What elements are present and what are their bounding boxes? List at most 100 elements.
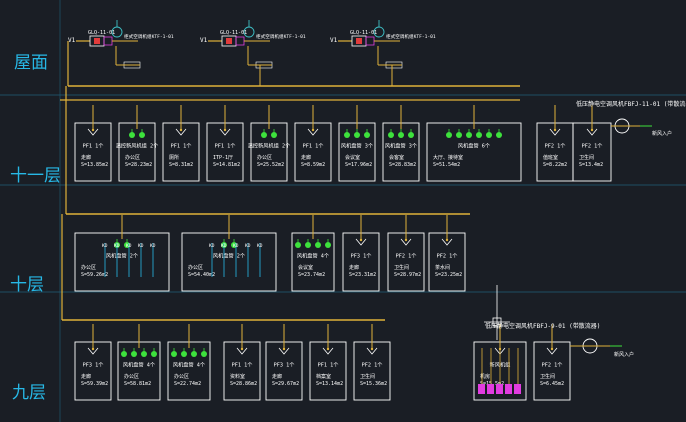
room-label: 温控新风机组 2个 [248,141,291,149]
room-10f: 风机盘管 4个会议室S=23.74m2 [291,215,335,292]
room-box [74,341,112,401]
room-area: S=8.22m2 [543,162,567,168]
roof-unit-name: GLQ-11-01 [88,30,115,36]
unit-filter [356,38,362,44]
diffuser-neck [550,347,554,351]
room-name: 会议室 [298,264,313,271]
fan-coil-icon [466,132,472,138]
unit-damper [103,36,113,46]
room-name: ITP-1厅 [213,155,233,161]
room-name: 值班室 [543,154,558,161]
room-9f: PF2 1个卫生间S=6.45m2 [533,324,571,401]
fan-coil-icon [131,351,137,357]
room-box [223,341,261,401]
room-label: PF1 1个 [232,361,254,368]
room-11f: 温控新风机组 2个办公区S=25.52m2 [248,105,291,182]
room-area: S=23.25m2 [435,272,462,278]
room-box [74,122,112,182]
roof-unit-name: GLQ-11-01 [220,30,247,36]
room-9f: PF3 1个走廊S=29.67m2 [265,324,303,401]
room-box [265,341,303,401]
room-area: S=14.81m2 [213,162,240,168]
fan-coil-icon [295,242,301,248]
unit-filter [226,38,232,44]
room-11f: PF1 1个 ITP-1厅S=14.81m2 [206,105,244,182]
roof-unit: V1 GLQ-11-01 柜式空调机组KTF-1-01 [330,20,436,69]
room-label: PF2 1个 [437,252,459,259]
diffuser-neck [91,128,95,132]
room-label: PF2 1个 [542,361,564,368]
fan-coil-icon [129,132,135,138]
fan-coil-icon [261,132,267,138]
room-9f: 风机盘管 4个办公区S=58.81m2 [117,324,161,401]
room-9f: PF2 1个卫生间S=15.36m2 [353,324,391,401]
room-name: 走廊 [301,154,311,161]
fan-coil-icon [191,351,197,357]
exhaust-outlet-label-9f: 新风入户 [614,351,634,358]
fan-coil-icon [121,351,127,357]
room-10f: PF3 1个走廊S=23.31m2 [342,215,380,292]
fan-coil-icon [476,132,482,138]
fan-coil-icon [388,132,394,138]
fan-coil-icon [151,351,157,357]
room-label: PF1 1个 [215,142,237,149]
room-label: 风机盘管 4个 [297,251,330,259]
fan-coil-icon [364,132,370,138]
room-box [162,122,200,182]
room-box [74,232,170,292]
room-name: 办公区 [125,154,140,161]
room-area: S=15.36m2 [360,381,387,387]
room-9f: 风机盘管 4个办公区S=22.74m2 [167,324,211,401]
pipe-tag: KD [233,243,239,249]
room-box [353,341,391,401]
air-terminal [505,384,512,394]
room-area: S=28.97m2 [394,272,421,278]
air-terminal [514,384,521,394]
room-name: 资料室 [230,373,245,380]
unit-filter [94,38,100,44]
pipe-tag: KD [150,243,156,249]
fan-coil-icon [408,132,414,138]
room-label: 风机盘管 4个 [123,360,156,368]
room-name: 厕所 [169,154,179,161]
fan-coil-icon [171,351,177,357]
pipe-tag: KD [102,243,108,249]
room-box [206,122,244,182]
diffuser-neck [445,238,449,242]
room-name: 办公区 [257,154,272,161]
room-label: 风机盘管 3个 [341,141,374,149]
room-area: S=23.74m2 [298,272,325,278]
pipe-tag: KD [221,243,227,249]
room-11f: PF1 1个走廊S=13.85m2 [74,105,112,182]
roof-unit-tag: V1 [200,37,208,44]
diffuser-neck [91,347,95,351]
room-area: S=13.14m2 [316,381,343,387]
roof-unit: V1 GLQ-11-01 柜式空调机组KTF-1-01 [68,20,174,69]
room-area: S=23.31m2 [349,272,376,278]
diffuser-neck [223,128,227,132]
air-terminal [496,384,503,394]
room-9f: PF1 1个资料室S=28.86m2 [223,324,261,401]
fan-coil-icon [305,242,311,248]
room-name: 办公区 [81,264,96,271]
room-box [181,232,277,292]
room-11f: 温控新风机组 2个办公区S=28.23m2 [116,105,159,182]
room-area: S=28.83m2 [389,162,416,168]
exhaust-fan-label-9f: 低压静电空调风机FBFJ-9-01 (带散流器) [485,322,600,330]
room-11f: 风机盘管 3个会议室S=17.96m2 [338,105,376,182]
room-label: PF2 1个 [545,142,567,149]
fan-coil-icon [315,242,321,248]
room-11f: PF1 1个走廊S=8.59m2 [294,105,332,182]
room-label: 风机盘管 2个 [106,251,139,259]
room-area: S=6.45m2 [540,381,564,387]
room-area: S=8.59m2 [301,162,325,168]
room-11f: PF2 1个卫生间S=13.4m2 [572,105,612,182]
fan-coil-icon [139,132,145,138]
diffuser-neck [282,347,286,351]
pipe-tag: KD [126,243,132,249]
roof-unit-name: GLQ-11-01 [350,30,377,36]
fan-coil-icon [344,132,350,138]
roof-unit-desc: 柜式空调机组KTF-1-01 [386,33,436,40]
room-name: 走廊 [272,373,282,380]
room-name: 走廊 [349,264,359,271]
